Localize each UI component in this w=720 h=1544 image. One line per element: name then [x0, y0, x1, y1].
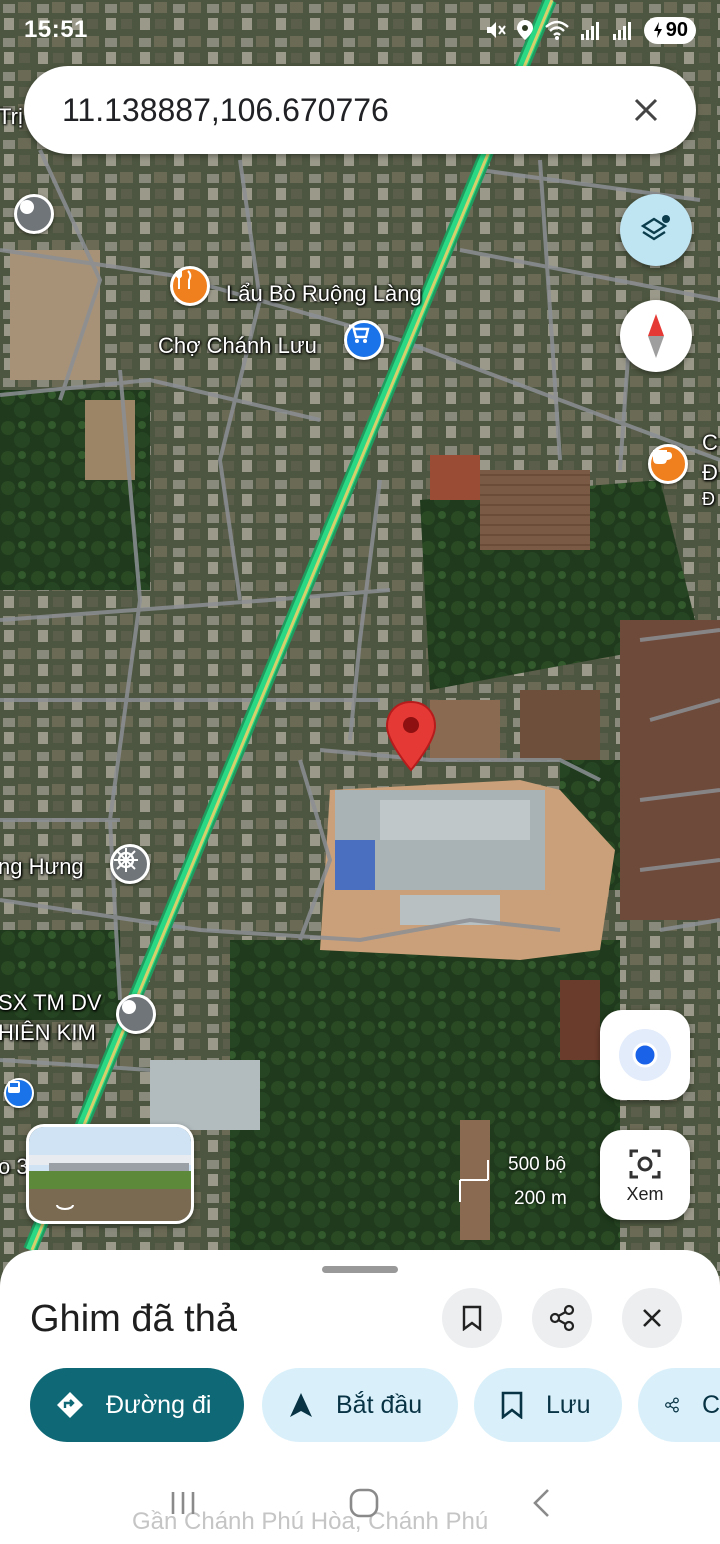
coffee-cup-icon: [653, 450, 673, 464]
back-button[interactable]: [530, 1487, 552, 1519]
bus-icon: [8, 1081, 20, 1093]
bookmark-icon: [501, 1391, 523, 1419]
scale-imperial: 500 bộ: [508, 1154, 567, 1175]
my-location-icon: [619, 1029, 671, 1081]
drag-handle[interactable]: [322, 1266, 398, 1273]
close-sheet-button[interactable]: [622, 1288, 682, 1348]
home-button[interactable]: [348, 1487, 380, 1519]
map-label-market[interactable]: Chợ Chánh Lưu: [158, 335, 317, 357]
share-chip-label: C: [701, 1390, 720, 1419]
my-location-button[interactable]: [600, 1010, 690, 1100]
status-time: 15:51: [24, 16, 88, 43]
layers-button[interactable]: [620, 194, 692, 266]
navigation-arrow-icon: [290, 1393, 312, 1417]
system-nav-bar: [0, 1462, 720, 1544]
clear-search-button[interactable]: [626, 90, 666, 130]
place-title: Ghim đã thả: [30, 1298, 237, 1340]
view-label: Xem: [626, 1183, 664, 1204]
map-label-right-3: Đ: [702, 489, 715, 509]
directions-label: Đường đi: [106, 1390, 212, 1419]
location-icon: [516, 20, 533, 40]
signal-icon: [580, 22, 599, 40]
save-label: Lưu: [546, 1390, 591, 1419]
compass-button[interactable]: [620, 300, 692, 372]
compass-icon: [648, 314, 664, 358]
place-dot-icon: [122, 1000, 136, 1014]
signal-icon-2: [612, 22, 631, 40]
bookmark-icon: [462, 1305, 482, 1331]
company-marker[interactable]: [116, 994, 156, 1034]
share-icon: [549, 1304, 575, 1332]
map-label-company-2: HIÊN KIM: [0, 1020, 96, 1045]
share-icon: [665, 1397, 679, 1413]
start-label: Bắt đầu: [336, 1390, 423, 1419]
layers-icon: [640, 215, 670, 241]
place-marker-top-left[interactable]: [14, 194, 54, 234]
battery-indicator: 90: [643, 16, 696, 44]
ship-wheel-icon: [114, 848, 138, 872]
map-label-left-mid: ng Hưng: [0, 854, 84, 879]
directions-button[interactable]: Đường đi: [30, 1368, 244, 1442]
save-bookmark-button[interactable]: [442, 1288, 502, 1348]
cafe-marker[interactable]: [648, 444, 688, 484]
map-label-right-1: C: [702, 430, 718, 455]
map-label-left-top: Trị: [0, 104, 23, 129]
restaurant-marker[interactable]: [170, 266, 210, 306]
view-camera-button[interactable]: Xem: [600, 1130, 690, 1220]
scale-metric: 200 m: [514, 1188, 567, 1209]
map-label-company-1: SX TM DV: [0, 990, 102, 1015]
restaurant-icon: [176, 270, 192, 289]
mute-icon: [486, 22, 506, 38]
search-bar[interactable]: 11.138887,106.670776: [24, 66, 696, 154]
map-label-left-bottom: o 3: [0, 1154, 29, 1179]
directions-icon: [57, 1392, 83, 1418]
close-icon: [643, 1309, 661, 1327]
map-label-restaurant[interactable]: Lẩu Bò Ruộng Làng: [226, 283, 422, 305]
place-dot-icon: [20, 200, 34, 214]
street-view-image: [29, 1127, 191, 1221]
wifi-icon: [544, 20, 569, 40]
wheel-marker[interactable]: [110, 844, 150, 884]
save-button[interactable]: Lưu: [474, 1368, 622, 1442]
shopping-cart-icon: [349, 324, 370, 343]
bus-stop-marker[interactable]: [4, 1078, 34, 1108]
share-chip[interactable]: C: [638, 1368, 720, 1442]
market-marker[interactable]: [344, 320, 384, 360]
start-button[interactable]: Bắt đầu: [262, 1368, 458, 1442]
recent-apps-button[interactable]: [168, 1489, 198, 1517]
scale-bar-icon: [459, 1160, 489, 1202]
map-label-right-2: Đ: [702, 460, 718, 485]
battery-level: 90: [665, 18, 688, 41]
close-icon: [634, 98, 658, 122]
search-input[interactable]: 11.138887,106.670776: [62, 92, 626, 129]
status-bar: 15:51 90: [0, 0, 720, 60]
camera-scan-icon: [629, 1149, 661, 1178]
share-button[interactable]: [532, 1288, 592, 1348]
street-view-thumbnail[interactable]: [26, 1124, 194, 1224]
dropped-pin-icon[interactable]: [384, 700, 438, 774]
status-icons: 90: [484, 16, 696, 44]
battery-charging-icon: [653, 22, 662, 38]
